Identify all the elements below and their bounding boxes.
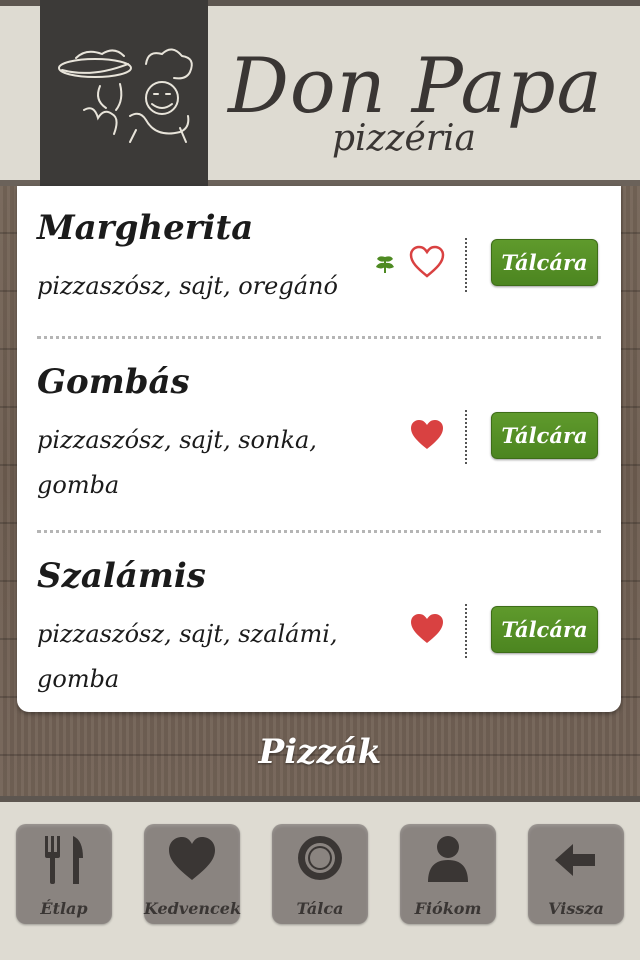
menu-list: Margherita pizzaszósz, sajt, oregánó Tál… bbox=[17, 186, 621, 712]
nav-fiokom-button[interactable]: Fiókom bbox=[400, 824, 496, 924]
bottom-nav: Étlap Kedvencek Tálca Fiókom Vissza bbox=[0, 796, 640, 960]
item-divider bbox=[465, 410, 467, 464]
menu-item-gombas: Gombás pizzaszósz, sajt, sonka, gomba Tá… bbox=[17, 340, 621, 530]
menu-item-szalamis: Szalámis pizzaszósz, sajt, szalámi, gomb… bbox=[17, 534, 621, 712]
favorite-heart-filled-icon[interactable] bbox=[409, 612, 445, 646]
item-separator bbox=[37, 530, 601, 533]
item-description: pizzaszósz, sajt, oregánó bbox=[37, 272, 338, 300]
user-icon bbox=[428, 836, 468, 882]
nav-label: Étlap bbox=[40, 899, 88, 918]
nav-label: Kedvencek bbox=[144, 899, 242, 918]
nav-etlap-button[interactable]: Étlap bbox=[16, 824, 112, 924]
nav-vissza-button[interactable]: Vissza bbox=[528, 824, 624, 924]
logo bbox=[40, 0, 208, 196]
back-arrow-icon bbox=[555, 844, 595, 876]
brand-subtitle: pizzéria bbox=[332, 118, 476, 159]
plate-icon bbox=[298, 836, 342, 880]
menu-item-margherita: Margherita pizzaszósz, sajt, oregánó Tál… bbox=[17, 186, 621, 336]
item-name: Szalámis bbox=[37, 556, 206, 596]
nav-label: Fiókom bbox=[414, 899, 482, 918]
nav-kedvencek-button[interactable]: Kedvencek bbox=[144, 824, 242, 924]
nav-label: Vissza bbox=[548, 899, 604, 918]
item-name: Margherita bbox=[37, 208, 254, 248]
vegetarian-leaf-icon bbox=[376, 256, 394, 273]
favorite-heart-filled-icon[interactable] bbox=[409, 418, 445, 452]
chef-logo-icon bbox=[40, 48, 208, 196]
fork-knife-icon bbox=[45, 836, 83, 884]
item-divider bbox=[465, 604, 467, 658]
item-name: Gombás bbox=[37, 362, 190, 402]
section-title: Pizzák bbox=[258, 732, 382, 772]
add-to-tray-button[interactable]: Tálcára bbox=[491, 412, 598, 459]
item-description: pizzaszósz, sajt, szalámi, gomba bbox=[37, 620, 338, 693]
favorite-heart-outline-icon[interactable] bbox=[409, 245, 445, 279]
heart-icon bbox=[169, 837, 215, 880]
item-divider bbox=[465, 238, 467, 292]
brand-name: Don Papa bbox=[228, 41, 603, 130]
item-separator bbox=[37, 336, 601, 339]
nav-label: Tálca bbox=[296, 899, 344, 918]
add-to-tray-button[interactable]: Tálcára bbox=[491, 606, 598, 653]
add-to-tray-button[interactable]: Tálcára bbox=[491, 239, 598, 286]
nav-talca-button[interactable]: Tálca bbox=[272, 824, 368, 924]
item-description: pizzaszósz, sajt, sonka, gomba bbox=[37, 426, 317, 499]
